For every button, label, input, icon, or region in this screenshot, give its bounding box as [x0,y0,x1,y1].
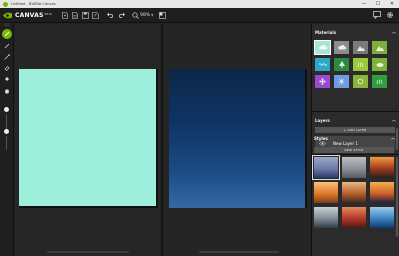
new-style-button[interactable]: NEW STYLE [314,147,394,153]
tree-icon [338,61,345,68]
tools-grip-icon [2,21,12,27]
maximize-button[interactable]: ☐ [371,0,385,8]
material-tree[interactable] [334,58,349,71]
zoom-dropdown[interactable]: 98% ▼ [140,13,153,18]
material-bush[interactable] [372,58,387,71]
materials-grid [314,40,395,88]
window-title: Untitled - NVIDIA Canvas [11,2,56,6]
eraser-tool-icon[interactable] [2,63,12,73]
styles-scrollbar[interactable] [396,157,398,237]
output-image [169,69,307,208]
feedback-icon[interactable] [372,10,382,20]
beta-badge: BETA [44,11,53,16]
open-file-icon[interactable] [70,10,80,20]
app-icon [3,1,8,7]
fill-bucket-tool-icon[interactable] [2,74,12,84]
style-thumbnail-misty-mountains[interactable] [342,157,366,178]
flower-icon [319,78,326,85]
output-pane-scrollbar[interactable] [199,251,279,253]
pan-hand-tool-icon[interactable] [2,86,12,96]
material-sky[interactable] [314,40,331,55]
new-file-icon[interactable] [60,10,70,20]
material-grass[interactable] [353,58,368,71]
material-mountain[interactable] [353,41,368,54]
styles-header[interactable]: Styles ︿ [311,134,399,142]
pencil-tool-icon[interactable] [2,41,12,51]
cloud-icon [318,45,327,50]
style-thumbnail-foggy-cliffs[interactable] [314,207,338,228]
export-icon[interactable] [90,10,100,20]
material-flower[interactable] [315,75,330,88]
main-toolbar: CANVAS BETA 98% ▼ [0,8,399,23]
styles-grid [312,155,396,228]
nvidia-logo-icon [3,11,12,20]
material-snow[interactable] [334,75,349,88]
cloud-icon [337,45,346,50]
tools-sidebar [0,21,14,256]
save-icon[interactable] [80,10,90,20]
paint-pane [15,24,161,256]
grass-icon [376,79,383,84]
chevron-up-icon[interactable]: ︿ [392,29,396,35]
toggle-view-icon[interactable] [157,10,167,20]
material-sand[interactable] [353,75,368,88]
brush-opacity-slider[interactable] [6,136,7,150]
styles-title: Styles [314,135,328,141]
app-brand: CANVAS [15,11,44,19]
grass-icon [357,62,364,67]
paint-pane-scrollbar[interactable] [47,251,129,253]
snow-icon [338,78,345,85]
styles-section: Styles ︿ NEW STYLE [311,133,399,256]
layers-title: Layers [315,117,330,123]
style-thumbnail-red-peaks[interactable] [342,207,366,228]
style-thumbnail-dusk-sky[interactable] [312,155,340,180]
material-water[interactable] [315,58,330,71]
app-window: Untitled - NVIDIA Canvas — ☐ ✕ CANVAS BE… [0,0,399,256]
zoom-icon[interactable] [130,10,140,20]
paint-canvas[interactable] [19,69,158,208]
close-button[interactable]: ✕ [385,0,399,8]
settings-gear-icon[interactable] [385,10,395,20]
title-bar: Untitled - NVIDIA Canvas — ☐ ✕ [0,0,399,8]
brush-tool-icon[interactable] [2,29,12,39]
material-dirt[interactable] [372,75,387,88]
brush-opacity-slider-knob[interactable] [4,129,9,134]
brush-size-slider-knob[interactable] [4,107,9,112]
chevron-down-icon: ▼ [151,13,154,17]
style-thumbnail-blue-lake[interactable] [370,207,394,228]
circle-icon [357,78,364,85]
chevron-up-icon[interactable]: ︿ [392,117,396,123]
wave-icon [318,62,327,67]
output-pane [163,24,311,256]
mountain-icon [356,45,365,51]
style-thumbnail-golden-canyon[interactable] [314,182,338,203]
materials-title: Materials [315,29,337,35]
style-thumbnail-sunset-sea[interactable] [370,182,394,203]
materials-header[interactable]: Materials ︿ [312,28,399,36]
layers-header[interactable]: Layers ︿ [312,116,399,124]
style-thumbnail-desert-rocks[interactable] [342,182,366,203]
workspace [15,24,311,256]
redo-icon[interactable] [116,10,126,20]
bush-icon [376,62,384,67]
line-tool-icon[interactable] [2,52,12,62]
minimize-button[interactable]: — [357,0,371,8]
material-rock[interactable] [372,41,387,54]
undo-icon[interactable] [106,10,116,20]
chevron-up-icon[interactable]: ︿ [391,135,395,141]
zoom-level: 98% [140,12,151,18]
style-thumbnail-red-arch[interactable] [370,157,394,178]
mountain-icon [375,45,384,51]
material-cloud[interactable] [334,41,349,54]
divider [312,111,399,112]
